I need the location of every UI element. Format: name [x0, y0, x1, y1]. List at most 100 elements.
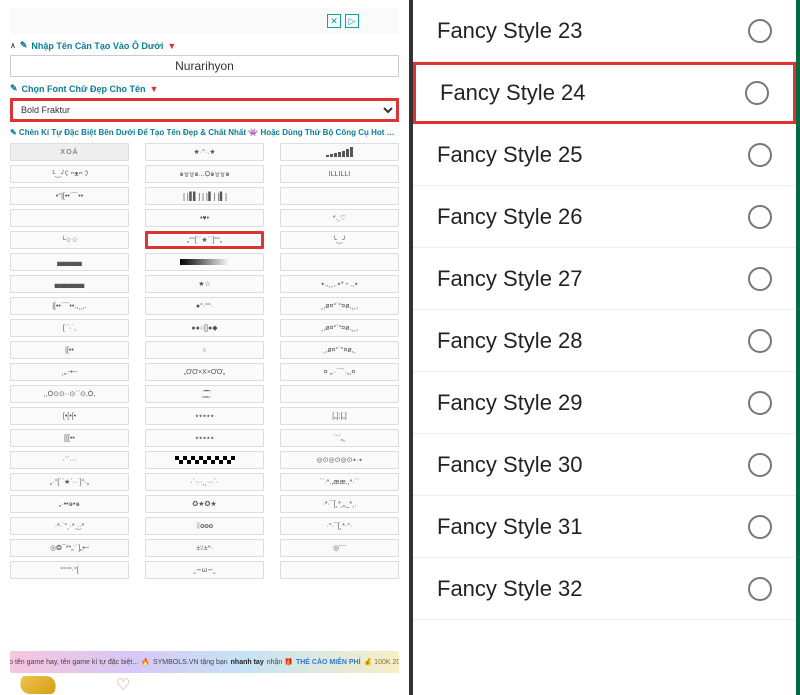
symbol-cell[interactable]: ``·*.,ææ.,*·´´ — [280, 473, 399, 491]
radio-icon[interactable] — [748, 391, 772, 415]
style-row[interactable]: Fancy Style 28 — [413, 310, 796, 372]
symbol-cell[interactable]: ·´´··· — [10, 451, 129, 469]
symbol-cell[interactable] — [280, 187, 399, 205]
symbol-cell[interactable]: „·••๑•๑ — [10, 495, 129, 513]
symbol-cell[interactable]: |[••´¯`••.,¸¸,. — [10, 297, 129, 315]
radio-icon[interactable] — [748, 205, 772, 229]
style-label: Fancy Style 29 — [437, 390, 583, 416]
info-line: ✎ Chèn Kí Tự Đặc Biệt Bên Dưới Để Tạo Tê… — [10, 128, 399, 137]
symbol-cell[interactable]: •♥• — [145, 209, 264, 227]
style-row[interactable]: Fancy Style 25 — [413, 124, 796, 186]
radio-icon[interactable] — [748, 143, 772, 167]
radio-icon[interactable] — [748, 267, 772, 291]
symbol-cell[interactable]: ˷∽ω∽˷ — [145, 561, 264, 579]
symbol-cell[interactable]: ◎⊙◎⊙◎⊙٭·٭ — [280, 451, 399, 469]
symbol-cell[interactable]: ·´···¸¸···`· — [145, 473, 264, 491]
symbol-cell[interactable]: ·*·¯[˛*¸„_*¸. — [280, 495, 399, 513]
style-row[interactable]: Fancy Style 24 — [413, 62, 796, 124]
symbol-cell[interactable]: ᛝ✪✪✪ — [145, 517, 264, 535]
symbol-cell[interactable]: ๑۩۩๑...Ọ๑۩۩๑ — [145, 165, 264, 183]
symbol-cell[interactable] — [280, 253, 399, 271]
symbol-cell[interactable]: „ƠƠ×X×ƠƠ„ — [145, 363, 264, 381]
symbol-cell[interactable]: [˙´·˙, — [10, 319, 129, 337]
ad-info-icon[interactable]: ▷ — [345, 14, 359, 28]
symbol-cell[interactable]: ¸,ø¤°`°¤ø,¸¸, — [280, 297, 399, 315]
symbol-cell[interactable]: ✪★✪★ — [145, 495, 264, 513]
symbol-cell[interactable]: [[[•• — [10, 429, 129, 447]
style-label: Fancy Style 23 — [437, 18, 583, 44]
left-pane: ✕ ▷ ∧ ✎ Nhập Tên Cần Tạo Vào Ô Dưới ▼ ✎ … — [0, 0, 409, 695]
style-row[interactable]: Fancy Style 23 — [413, 0, 796, 62]
right-pane: Fancy Style 23 Fancy Style 24 Fancy Style … — [409, 0, 800, 695]
symbol-cell[interactable]: ●●○[]●◆ — [145, 319, 264, 337]
symbol-cell[interactable]: ╰‿╯ʕ ᴖᴥᴖ ʔ — [10, 165, 129, 183]
font-select[interactable]: Bold Fraktur — [10, 98, 399, 122]
symbol-cell[interactable]: „°°[˙´★`˙]°°„ — [145, 231, 264, 249]
symbol-cell[interactable] — [280, 385, 399, 403]
symbol-cell[interactable]: ˏ͜͜͡͡ˏ͜͜͡͡ˏ — [145, 385, 264, 403]
name-input[interactable] — [10, 55, 399, 77]
symbol-cell[interactable]: ¸,ø¤°`°¤ø,¸¸, — [280, 319, 399, 337]
style-row[interactable]: Fancy Style 31 — [413, 496, 796, 558]
symbol-cell[interactable]: ★·°·.★ — [145, 143, 264, 161]
symbol-cell[interactable]: ▄▄▄▄▄▄ — [10, 275, 129, 293]
style-row[interactable]: Fancy Style 30 — [413, 434, 796, 496]
style-row[interactable]: Fancy Style 29 — [413, 372, 796, 434]
symbol-cell[interactable]: ¸„.-•-- — [10, 363, 129, 381]
radio-icon[interactable] — [745, 81, 769, 105]
radio-icon[interactable] — [748, 19, 772, 43]
radio-icon[interactable] — [748, 577, 772, 601]
chevron-up-icon[interactable]: ∧ — [10, 41, 16, 50]
symbol-cell[interactable] — [145, 451, 264, 469]
style-row[interactable]: Fancy Style 32 — [413, 558, 796, 620]
symbol-cell[interactable]: ٭٭٭٭٭ — [145, 407, 264, 425]
symbol-cell[interactable]: ٭,.・*٭.,¸¸,.٭ — [280, 275, 399, 293]
symbol-cell[interactable]: ★☆ — [145, 275, 264, 293]
symbol-cell[interactable]: ●°·°°· — [145, 297, 264, 315]
symbol-cell[interactable]: ¤ „.·´¯`·„,¤ — [280, 363, 399, 381]
style-label: Fancy Style 30 — [437, 452, 583, 478]
symbol-cell[interactable]: ILLILLI — [280, 165, 399, 183]
symbol-cell[interactable]: XOÁ — [10, 143, 129, 161]
symbol-cell[interactable]: ╰☆☆ — [10, 231, 129, 249]
radio-icon[interactable] — [748, 453, 772, 477]
ad-close-icon[interactable]: ✕ — [327, 14, 341, 28]
style-row[interactable]: Fancy Style 27 — [413, 248, 796, 310]
symbol-cell[interactable]: ·*·˙°˛·*ˏ͜··* — [10, 517, 129, 535]
symbol-cell[interactable]: ○ — [145, 341, 264, 359]
symbol-cell[interactable]: •°|[••´¯`•• — [10, 187, 129, 205]
symbol-cell[interactable]: „·°[˙´★`··˙]°·„ — [10, 473, 129, 491]
symbol-cell[interactable] — [145, 253, 264, 271]
style-label: Fancy Style 25 — [437, 142, 583, 168]
symbol-cell[interactable]: |[•• — [10, 341, 129, 359]
symbol-cell[interactable]: ◎❂¯**„¨˙]„•~ — [10, 539, 129, 557]
symbol-cell[interactable]: ¸,ø¤°`°¤ø,¸ — [280, 341, 399, 359]
symbol-cell[interactable]: ▄▄▄▄▄ — [10, 253, 129, 271]
style-label: Fancy Style 27 — [437, 266, 583, 292]
symbol-cell[interactable]: [•[•[• — [10, 407, 129, 425]
symbol-cell[interactable] — [280, 561, 399, 579]
style-row[interactable]: Fancy Style 26 — [413, 186, 796, 248]
symbol-cell[interactable]: ·°·¯[˛*·°· — [280, 517, 399, 535]
symbol-cell[interactable]: ╰‿╯ — [280, 231, 399, 249]
heart-icon: ♡ — [116, 675, 130, 695]
symbol-cell[interactable]: ´¨`„¸ — [280, 429, 399, 447]
style-label: Fancy Style 31 — [437, 514, 583, 540]
arrow-down-icon: ▼ — [167, 41, 176, 51]
pencil-icon: ✎ — [10, 83, 18, 94]
header-name-input: ∧ ✎ Nhập Tên Cần Tạo Vào Ô Dưới ▼ — [10, 40, 399, 51]
symbol-cell[interactable] — [10, 209, 129, 227]
symbol-cell[interactable]: [„];[„] — [280, 407, 399, 425]
radio-icon[interactable] — [748, 515, 772, 539]
symbol-cell[interactable]: ◎¨¨¨ — [280, 539, 399, 557]
symbol-cell[interactable]: °°°°·°[ — [10, 561, 129, 579]
promo-banner[interactable]: Ngoài tạo tên game hay, tên game kí tự đ… — [10, 651, 399, 673]
symbol-cell[interactable]: ,,Ò⊙⊙··⊙``⊙,Ò, — [10, 385, 129, 403]
symbol-cell[interactable]: ٭٭٭٭٭ — [145, 429, 264, 447]
symbol-cell[interactable]: ±٪±*· — [145, 539, 264, 557]
symbol-cell[interactable]: ||▌▌|||▌||▌| — [145, 187, 264, 205]
radio-icon[interactable] — [748, 329, 772, 353]
symbol-cell[interactable]: *.¸♡ — [280, 209, 399, 227]
symbol-cell[interactable] — [280, 143, 399, 161]
arrow-down-icon: ▼ — [150, 84, 159, 94]
